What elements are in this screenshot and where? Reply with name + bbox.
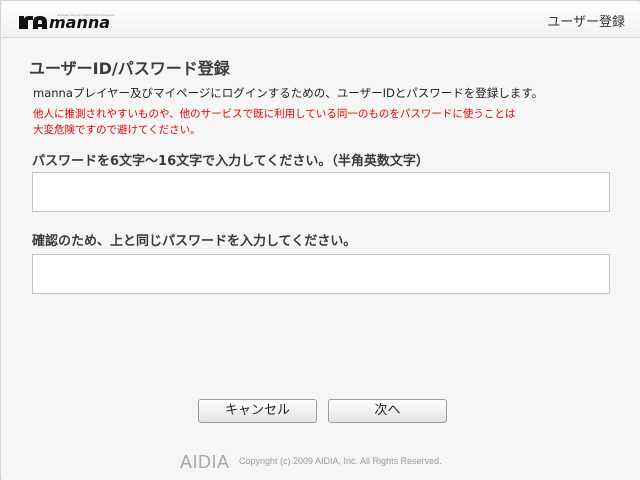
page-title: ユーザーID/パスワード登録 xyxy=(29,59,230,78)
password-confirm-label: 確認のため、上と同じパスワードを入力してください。 xyxy=(32,234,357,249)
header-bar: manna Karaoke Play for Internet Environm… xyxy=(2,2,640,38)
warning-line-2: 大変危険ですので避けてください。 xyxy=(33,124,201,136)
warning-line-1: 他人に推測されやすいものや、他のサービスで既に利用している同一のものをパスワード… xyxy=(33,108,516,120)
warning-text: 他人に推測されやすいものや、他のサービスで既に利用している同一のものをパスワード… xyxy=(33,106,515,138)
registration-form: ユーザーID/パスワード登録 mannaプレイヤー及びマイページにログインするた… xyxy=(2,38,640,480)
cancel-button[interactable]: キャンセル xyxy=(198,399,317,423)
copyright-text: Copyright (c) 2009 AIDIA, Inc. All Right… xyxy=(239,456,442,466)
intro-text: mannaプレイヤー及びマイページにログインするための、ユーザーIDとパスワード… xyxy=(33,86,544,100)
password-input[interactable] xyxy=(32,172,610,212)
header-title: ユーザー登録 xyxy=(547,15,625,30)
aidia-logo: AIDIA xyxy=(180,452,230,472)
window-frame: manna Karaoke Play for Internet Environm… xyxy=(0,0,640,480)
password-label: パスワードを6文字〜16文字で入力してください。（半角英数文字） xyxy=(32,154,429,169)
manna-logo: manna Karaoke Play for Internet Environm… xyxy=(19,11,115,31)
logo-tagline: Karaoke Play for Internet Environment xyxy=(57,13,115,17)
next-button[interactable]: 次へ xyxy=(328,399,447,423)
password-confirm-input[interactable] xyxy=(32,254,610,294)
